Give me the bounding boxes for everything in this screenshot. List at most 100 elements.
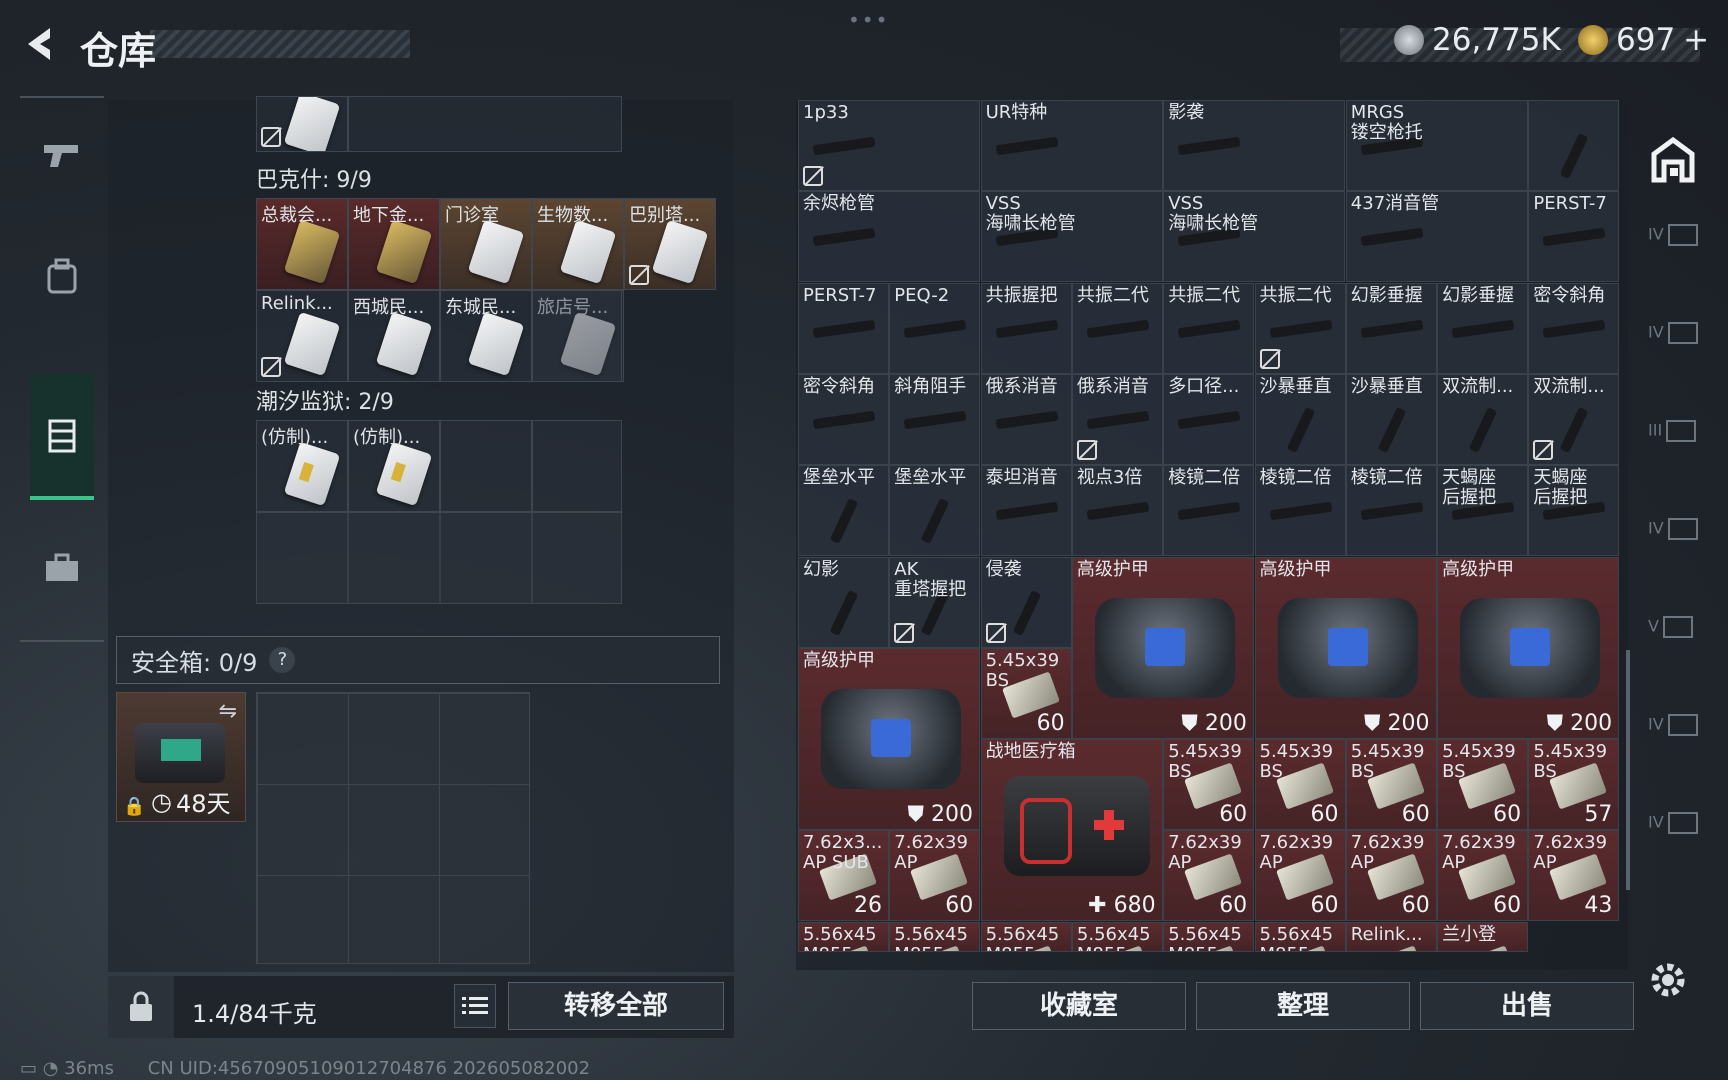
weapon-part-cell[interactable]: PERST-7 <box>1528 191 1620 283</box>
attachment-cell[interactable]: 密令斜角 <box>798 373 889 465</box>
ammo-cell[interactable]: 5.45x39 BS 60 <box>980 647 1072 739</box>
keycard-slot[interactable]: 门诊室 <box>440 198 532 290</box>
ammo-cell[interactable]: 7.62x39 AP 60 <box>1437 830 1529 922</box>
safe-case-item[interactable]: ⇋ 🔒 ◷ 48天 <box>116 692 246 822</box>
attachment-cell[interactable]: 棱镜二倍 <box>1163 465 1255 557</box>
attachment-cell[interactable]: 幻影垂握 <box>1345 282 1437 374</box>
tier-filter-tab[interactable]: III <box>1648 420 1704 468</box>
armor-cell[interactable]: 高级护甲 ⛊ 200 <box>1254 556 1437 739</box>
keycard-slot[interactable]: 东城民... <box>440 290 532 382</box>
ammo-cell[interactable]: 5.45x39 BS 60 <box>1254 739 1346 831</box>
ammo-cell[interactable]: 5.45x39 BS 60 <box>1163 739 1255 831</box>
attachment-cell[interactable]: 泰坦消音 <box>980 465 1072 557</box>
back-button[interactable] <box>18 22 62 66</box>
attachment-cell[interactable]: 天蝎座 后握把 <box>1528 465 1620 557</box>
ammo-cell[interactable]: 5.56x45 M855 <box>889 921 981 952</box>
grip-cell[interactable]: 侵袭 <box>980 556 1072 648</box>
attachment-cell[interactable]: 棱镜二倍 <box>1254 465 1346 557</box>
attachment-cell[interactable]: 天蝎座 后握把 <box>1437 465 1529 557</box>
attachment-cell[interactable]: 堡垒水平 <box>798 465 889 557</box>
settings-button[interactable] <box>1648 960 1704 1008</box>
ammo-cell[interactable]: 5.56x45 M855 <box>980 921 1072 952</box>
tier-filter-tab[interactable]: V <box>1648 616 1704 664</box>
nav-toolbox[interactable] <box>30 536 94 600</box>
weapon-part-cell[interactable]: VSS 海啸长枪管 <box>1163 191 1346 283</box>
attachment-cell[interactable]: 沙暴垂直 <box>1254 373 1346 465</box>
sort-button[interactable]: 整理 <box>1196 982 1410 1030</box>
attachment-cell[interactable]: 俄系消音 <box>1071 373 1163 465</box>
ammo-cell[interactable]: 5.56x45 M855 <box>1163 921 1255 952</box>
attachment-cell[interactable]: 双流制... <box>1437 373 1529 465</box>
attachment-cell[interactable]: 共振二代 <box>1163 282 1255 374</box>
help-button[interactable]: ? <box>269 647 296 673</box>
tier-filter-tab[interactable]: IV <box>1648 322 1704 370</box>
weapon-part-cell[interactable]: 1p33 <box>798 100 980 191</box>
ammo-cell[interactable]: 7.62x3... AP SUB 26 <box>798 830 889 922</box>
keycard-slot[interactable]: 西城民... <box>348 290 440 382</box>
medkit-cell[interactable]: 战地医疗箱 ✚ 680 <box>980 739 1163 922</box>
keycard-slot[interactable]: 生物数... <box>532 198 624 290</box>
attachment-cell[interactable]: PERST-7 <box>798 282 889 374</box>
attachment-cell[interactable]: 俄系消音 <box>980 373 1072 465</box>
nav-backpack[interactable] <box>30 244 94 308</box>
ammo-cell[interactable]: 7.62x39 AP 60 <box>1345 830 1437 922</box>
keycard-slot[interactable]: (仿制)... <box>348 420 440 512</box>
ammo-cell[interactable]: 7.62x39 AP 60 <box>889 830 981 922</box>
attachment-cell[interactable]: 共振二代 <box>1071 282 1163 374</box>
ammo-cell[interactable]: 7.62x39 AP 60 <box>1163 830 1255 922</box>
ammo-cell[interactable]: 5.45x39 BS 60 <box>1437 739 1529 831</box>
attachment-cell[interactable]: 堡垒水平 <box>889 465 981 557</box>
lock-button[interactable] <box>108 976 174 1038</box>
tier-filter-tab[interactable]: IV <box>1648 714 1704 762</box>
weapon-part-cell[interactable]: MRGS 镂空枪托 <box>1345 100 1528 191</box>
attachment-cell[interactable]: 斜角阻手 <box>889 373 981 465</box>
keycard-slot[interactable]: 巴别塔... <box>624 198 716 290</box>
transfer-all-button[interactable]: 转移全部 <box>508 982 724 1030</box>
attachment-cell[interactable]: 视点3倍 <box>1071 465 1163 557</box>
card-slot[interactable] <box>256 96 348 152</box>
attachment-cell[interactable]: 沙暴垂直 <box>1345 373 1437 465</box>
tier-filter-tab[interactable]: IV <box>1648 224 1704 272</box>
ammo-cell[interactable]: 5.45x39 BS 60 <box>1345 739 1437 831</box>
attachment-cell[interactable]: PEQ-2 <box>889 282 981 374</box>
weapon-part-cell[interactable]: 影袭 <box>1163 100 1346 191</box>
weapon-part-cell[interactable]: 437消音管 <box>1345 191 1528 283</box>
ammo-cell[interactable]: 兰小登 <box>1437 921 1529 952</box>
keycard-slot[interactable]: 地下金... <box>348 198 440 290</box>
ammo-cell[interactable]: 7.62x39 AP 60 <box>1254 830 1346 922</box>
keycard-slot[interactable]: Relink... <box>256 290 348 382</box>
sell-button[interactable]: 出售 <box>1420 982 1634 1030</box>
ammo-cell[interactable]: 5.56x45 M855 <box>798 921 889 952</box>
attachment-cell[interactable]: 幻影垂握 <box>1437 282 1529 374</box>
weapon-part-cell[interactable] <box>1528 100 1620 191</box>
armor-cell[interactable]: 高级护甲 ⛊ 200 <box>1071 556 1254 739</box>
weapon-part-cell[interactable]: 余烬枪管 <box>798 191 980 283</box>
armor-cell[interactable]: 高级护甲 ⛊ 200 <box>1437 556 1620 739</box>
scrollbar[interactable] <box>1626 650 1630 890</box>
ammo-cell[interactable]: 5.56x45 M855 <box>1071 921 1163 952</box>
tier-filter-tab[interactable]: IV <box>1648 518 1704 566</box>
attachment-cell[interactable]: 棱镜二倍 <box>1345 465 1437 557</box>
grip-cell[interactable]: 幻影 <box>798 556 889 648</box>
collection-room-button[interactable]: 收藏室 <box>972 982 1186 1030</box>
add-currency-button[interactable]: + <box>1683 22 1709 58</box>
ammo-cell[interactable]: 5.56x45 M855 <box>1254 921 1346 952</box>
nav-weapons[interactable] <box>30 124 94 188</box>
ammo-cell[interactable]: 5.45x39 BS 57 <box>1528 739 1620 831</box>
weapon-part-cell[interactable]: UR特种 <box>980 100 1163 191</box>
attachment-cell[interactable]: 多口径... <box>1163 373 1255 465</box>
nav-storage[interactable] <box>30 374 94 500</box>
grip-cell[interactable]: AK 重塔握把 <box>889 556 981 648</box>
attachment-cell[interactable]: 密令斜角 <box>1528 282 1620 374</box>
warehouse-tab[interactable] <box>1648 136 1704 184</box>
list-view-button[interactable] <box>454 984 496 1028</box>
weapon-part-cell[interactable]: VSS 海啸长枪管 <box>980 191 1163 283</box>
ammo-cell[interactable]: Relink... <box>1345 921 1437 952</box>
attachment-cell[interactable]: 共振二代 <box>1254 282 1346 374</box>
armor-cell[interactable]: 高级护甲 ⛊ 200 <box>798 647 980 830</box>
tier-filter-tab[interactable]: IV <box>1648 812 1704 860</box>
currency-gold[interactable]: 697 + <box>1578 22 1709 58</box>
ammo-cell[interactable]: 7.62x39 AP 43 <box>1528 830 1620 922</box>
swap-icon[interactable]: ⇋ <box>219 699 237 724</box>
attachment-cell[interactable]: 共振握把 <box>980 282 1072 374</box>
